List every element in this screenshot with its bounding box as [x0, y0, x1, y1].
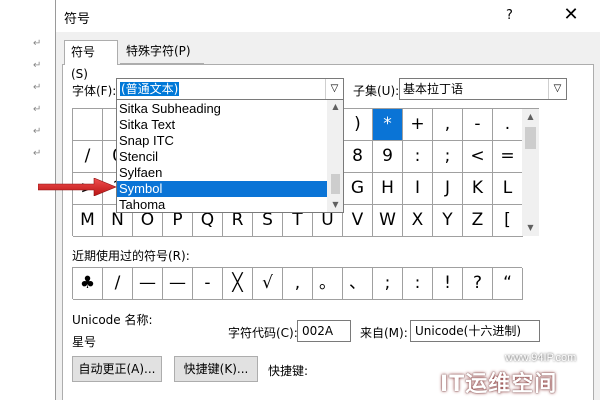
font-select-value: (普通文本)	[120, 82, 180, 96]
symbol-cell[interactable]: )	[343, 109, 373, 141]
recent-symbol-cell[interactable]: √	[253, 268, 283, 300]
paragraph-mark: ↵	[33, 38, 42, 49]
watermark-url: www.94IP.com	[505, 352, 577, 364]
paragraph-mark: ↵	[33, 60, 42, 71]
font-option[interactable]: Snap ITC	[117, 133, 327, 149]
chevron-down-icon[interactable]: ▽	[325, 79, 343, 99]
symbol-cell[interactable]: K	[463, 173, 493, 205]
recent-symbol-cell[interactable]: 、	[343, 268, 373, 300]
recent-symbol-cell[interactable]: ;	[373, 268, 403, 300]
tab-symbols[interactable]: 符号(S)	[64, 40, 118, 81]
font-option-highlighted[interactable]: Symbol	[117, 181, 327, 197]
recent-symbol-cell[interactable]: ?	[463, 268, 493, 300]
unicode-name-label: Unicode 名称:	[72, 313, 153, 327]
dialog-title: 符号	[64, 12, 91, 27]
paragraph-mark: ↵	[33, 104, 42, 115]
paragraph-mark: ↵	[33, 82, 42, 93]
recent-symbols-grid: ♣ / — — - ╳ √ , 。 、 ; : ! ? “	[72, 267, 523, 300]
font-option[interactable]: Sitka Text	[117, 117, 327, 133]
recent-symbols-label: 近期使用过的符号(R):	[72, 249, 190, 263]
scroll-down-icon[interactable]: ▼	[522, 220, 539, 236]
symbol-cell[interactable]: 9	[373, 141, 403, 173]
symbol-cell[interactable]: W	[373, 205, 403, 237]
scroll-down-icon[interactable]: ▼	[327, 198, 343, 212]
font-option[interactable]: Tahoma	[117, 197, 327, 212]
tab-special-characters[interactable]: 特殊字符(P)	[120, 40, 204, 64]
paragraph-mark: ↵	[33, 148, 42, 159]
recent-symbol-cell[interactable]: /	[103, 268, 133, 300]
symbol-cell[interactable]: =	[493, 141, 523, 173]
symbol-cell[interactable]: 8	[343, 141, 373, 173]
symbol-cell[interactable]: ,	[433, 109, 463, 141]
symbol-cell[interactable]: .	[493, 109, 523, 141]
scroll-up-icon[interactable]: ▲	[327, 100, 343, 114]
symbol-cell-selected[interactable]: *	[373, 109, 403, 141]
symbol-cell[interactable]: X	[403, 205, 433, 237]
symbol-cell[interactable]: V	[343, 205, 373, 237]
document-margin: ↵ ↵ ↵ ↵ ↵ ↵	[0, 0, 58, 400]
recent-symbol-cell[interactable]: 。	[313, 268, 343, 300]
symbol-cell[interactable]: +	[403, 109, 433, 141]
symbol-cell[interactable]: ;	[433, 141, 463, 173]
grid-scrollbar[interactable]: ▲ ▼	[522, 108, 539, 236]
symbol-cell[interactable]: G	[343, 173, 373, 205]
dialog-titlebar[interactable]: 符号 ? ✕	[56, 0, 600, 32]
recent-symbol-cell[interactable]: —	[163, 268, 193, 300]
font-option[interactable]: Sylfaen	[117, 165, 327, 181]
symbol-cell[interactable]: [	[493, 205, 523, 237]
scroll-up-icon[interactable]: ▲	[522, 109, 539, 125]
recent-symbol-cell[interactable]: ♣	[73, 268, 103, 300]
help-button[interactable]: ?	[506, 8, 513, 23]
recent-symbol-cell[interactable]: !	[433, 268, 463, 300]
char-code-input[interactable]: 002A	[297, 320, 351, 342]
recent-symbol-cell[interactable]: ,	[283, 268, 313, 300]
dropdown-scrollbar[interactable]: ▲ ▼	[327, 100, 343, 212]
watermark-logo: IT运维空间	[440, 372, 558, 397]
symbol-cell[interactable]: L	[493, 173, 523, 205]
recent-symbol-cell[interactable]: ╳	[223, 268, 253, 300]
shortcut-key-button[interactable]: 快捷键(K)...	[174, 356, 258, 382]
from-select[interactable]: Unicode(十六进制)	[410, 320, 540, 342]
shortcut-key-label: 快捷键:	[268, 364, 309, 378]
unicode-name-value: 星号	[72, 335, 97, 349]
red-arrow-icon	[38, 178, 117, 196]
symbol-cell[interactable]: <	[463, 141, 493, 173]
scroll-thumb[interactable]	[525, 127, 536, 149]
symbol-cell[interactable]: M	[73, 205, 103, 237]
subset-select-value: 基本拉丁语	[403, 82, 464, 96]
paragraph-mark: ↵	[33, 126, 42, 137]
char-code-label: 字符代码(C):	[228, 326, 298, 340]
chevron-down-icon[interactable]: ▽	[548, 79, 566, 99]
symbol-cell[interactable]: I	[403, 173, 433, 205]
symbol-cell[interactable]: H	[373, 173, 403, 205]
recent-symbol-cell[interactable]: “	[493, 268, 523, 300]
subset-select[interactable]: 基本拉丁语 ▽	[399, 78, 567, 100]
scroll-thumb[interactable]	[331, 174, 340, 194]
font-select[interactable]: (普通文本) ▽	[116, 78, 344, 100]
font-dropdown-list: Sitka Subheading Sitka Text Snap ITC Ste…	[116, 99, 344, 213]
symbol-cell[interactable]: :	[403, 141, 433, 173]
symbol-cell[interactable]: Z	[463, 205, 493, 237]
font-option[interactable]: Stencil	[117, 149, 327, 165]
symbol-cell[interactable]: Y	[433, 205, 463, 237]
autocorrect-button[interactable]: 自动更正(A)...	[72, 356, 162, 382]
recent-symbol-cell[interactable]: -	[193, 268, 223, 300]
close-button[interactable]: ✕	[551, 2, 591, 28]
symbol-cell[interactable]: J	[433, 173, 463, 205]
recent-symbol-cell[interactable]: —	[133, 268, 163, 300]
symbol-cell[interactable]: -	[463, 109, 493, 141]
symbol-cell[interactable]: /	[73, 141, 103, 173]
symbol-cell[interactable]	[73, 109, 103, 141]
font-option[interactable]: Sitka Subheading	[117, 101, 327, 117]
from-label: 来自(M):	[360, 326, 408, 340]
subset-label: 子集(U):	[353, 84, 400, 98]
recent-symbol-cell[interactable]: :	[403, 268, 433, 300]
